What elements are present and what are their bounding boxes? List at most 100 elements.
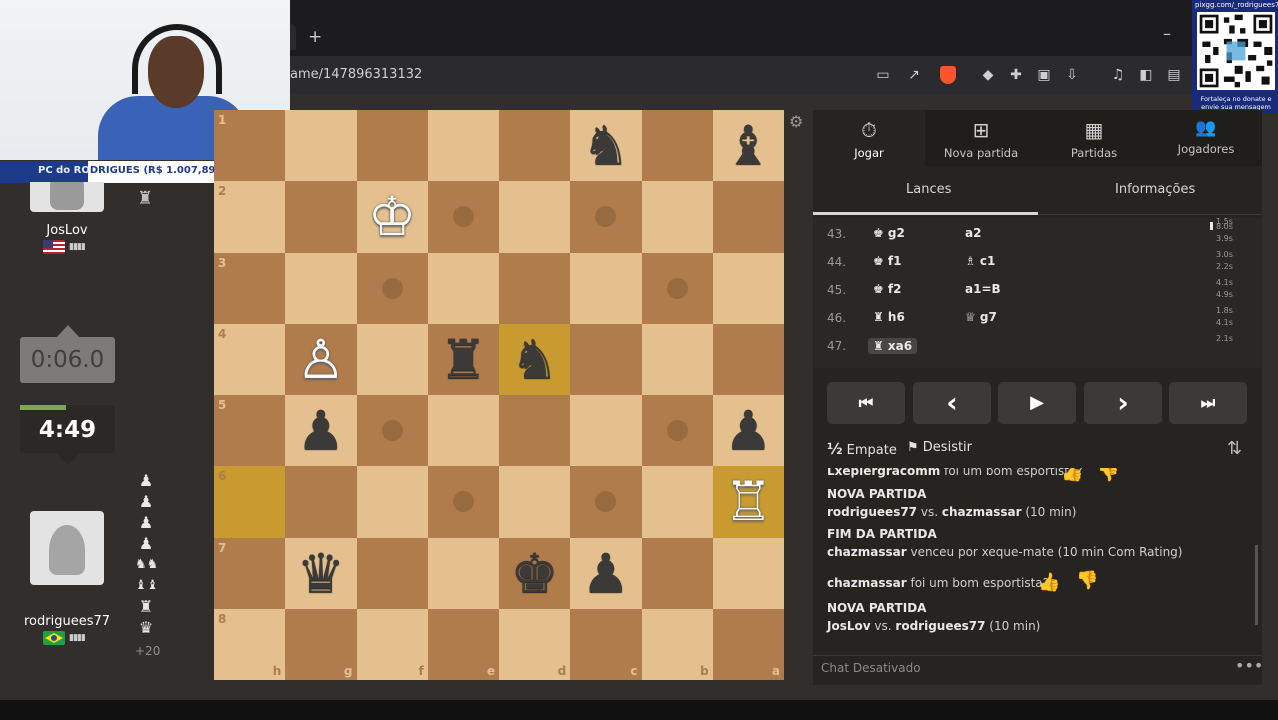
white-move[interactable]: ♚ f1	[873, 254, 902, 268]
board-square[interactable]	[285, 466, 357, 538]
opponent-avatar[interactable]	[30, 182, 104, 212]
white-move-selected[interactable]: ♜ xa6	[868, 338, 918, 354]
chat-scrollbar[interactable]	[1255, 545, 1258, 625]
board-square[interactable]: 2	[214, 181, 286, 253]
board-square[interactable]	[712, 537, 784, 609]
board-square[interactable]: a	[712, 608, 784, 680]
first-move-button[interactable]: ⏮	[827, 382, 905, 424]
white-pawn-icon[interactable]: ♙	[285, 324, 356, 395]
black-move[interactable]: a2	[965, 226, 981, 240]
board-square[interactable]: f	[356, 608, 428, 680]
legal-move-dot[interactable]	[381, 277, 403, 299]
board-square[interactable]	[499, 466, 571, 538]
thumbs-up-icon[interactable]: 👍	[1061, 468, 1083, 483]
white-king-icon[interactable]: ♔	[357, 181, 428, 252]
extensions-puzzle-icon[interactable]: ✚	[1007, 66, 1025, 84]
legal-move-dot[interactable]	[595, 491, 617, 513]
board-square[interactable]: ♞	[570, 110, 642, 182]
board-square[interactable]: 7	[214, 537, 286, 609]
new-tab-button[interactable]: +	[308, 27, 322, 47]
board-square[interactable]	[641, 252, 713, 324]
board-square[interactable]	[427, 466, 499, 538]
board-square[interactable]: 1	[214, 110, 286, 182]
legal-move-dot[interactable]	[452, 206, 474, 228]
board-square[interactable]	[570, 252, 642, 324]
board-square[interactable]	[641, 110, 713, 182]
board-square[interactable]	[570, 323, 642, 395]
board-square[interactable]: ♟	[570, 537, 642, 609]
player-name[interactable]: rodriguees77	[12, 614, 122, 629]
previous-move-button[interactable]: ‹	[913, 382, 991, 424]
board-square[interactable]: ♟	[285, 395, 357, 467]
board-square[interactable]: 8h	[214, 608, 286, 680]
black-pawn-icon[interactable]: ♟	[570, 538, 641, 609]
board-square[interactable]	[712, 181, 784, 253]
flip-board-icon[interactable]: ⇅	[1227, 438, 1242, 459]
board-square[interactable]: ♟	[712, 395, 784, 467]
board-square[interactable]: ♖	[712, 466, 784, 538]
board-square[interactable]	[641, 537, 713, 609]
board-square[interactable]	[285, 252, 357, 324]
board-square[interactable]	[641, 466, 713, 538]
tab-games[interactable]: ▦ Partidas	[1038, 110, 1150, 166]
board-square[interactable]	[356, 395, 428, 467]
board-square[interactable]	[427, 181, 499, 253]
board-square[interactable]: 6	[214, 466, 286, 538]
board-square[interactable]	[427, 252, 499, 324]
board-square[interactable]: ♔	[356, 181, 428, 253]
black-pawn-icon[interactable]: ♟	[713, 395, 784, 466]
board-square[interactable]	[570, 395, 642, 467]
tab-players[interactable]: 👥 Jogadores	[1150, 110, 1262, 166]
board-square[interactable]	[499, 252, 571, 324]
chat-menu-icon[interactable]: •••	[1235, 656, 1263, 675]
board-square[interactable]	[427, 537, 499, 609]
legal-move-dot[interactable]	[452, 491, 474, 513]
thumbs-up-icon[interactable]: 👍	[1038, 572, 1060, 593]
board-square[interactable]	[285, 110, 357, 182]
board-square[interactable]: c	[570, 608, 642, 680]
minimize-button[interactable]: –	[1163, 24, 1171, 43]
board-square[interactable]	[427, 110, 499, 182]
subtab-moves[interactable]: Lances	[906, 182, 951, 197]
resign-button[interactable]: ⚑ Desistir	[907, 440, 972, 455]
black-knight-icon[interactable]: ♞	[570, 110, 641, 181]
board-square[interactable]	[356, 466, 428, 538]
board-square[interactable]: ♛	[285, 537, 357, 609]
black-king-icon[interactable]: ♚	[499, 538, 570, 609]
media-icon[interactable]: ♫	[1109, 66, 1127, 84]
board-square[interactable]	[285, 181, 357, 253]
screenshot-icon[interactable]: ▣	[1035, 66, 1053, 84]
cast-icon[interactable]: ▭	[874, 66, 892, 84]
black-move[interactable]: ♗ c1	[965, 254, 995, 268]
board-square[interactable]	[641, 395, 713, 467]
board-square[interactable]	[499, 110, 571, 182]
board-square[interactable]	[570, 466, 642, 538]
tab-play[interactable]: ⏱ Jogar	[813, 110, 925, 166]
white-move[interactable]: ♚ f2	[873, 282, 902, 296]
white-rook-icon[interactable]: ♖	[713, 466, 784, 537]
thumbs-down-icon[interactable]: 👎	[1097, 468, 1119, 483]
board-square[interactable]	[356, 252, 428, 324]
extension-diamond-icon[interactable]: ◆	[979, 66, 997, 84]
legal-move-dot[interactable]	[666, 420, 688, 441]
black-move[interactable]: a1=B	[965, 282, 1001, 296]
board-square[interactable]	[499, 395, 571, 467]
black-knight-icon[interactable]: ♞	[499, 324, 570, 395]
opponent-name[interactable]: JosLov	[12, 223, 122, 238]
board-square[interactable]	[356, 537, 428, 609]
last-move-button[interactable]: ⏭	[1169, 382, 1247, 424]
next-move-button[interactable]: ›	[1084, 382, 1162, 424]
black-pawn-icon[interactable]: ♟	[285, 395, 356, 466]
wallet-icon[interactable]: ▤	[1165, 66, 1183, 84]
board-square[interactable]: g	[285, 608, 357, 680]
black-bishop-icon[interactable]: ♝	[713, 110, 784, 181]
download-icon[interactable]: ⇩	[1063, 66, 1081, 84]
white-move[interactable]: ♜ h6	[873, 310, 905, 324]
board-square[interactable]	[712, 252, 784, 324]
board-square[interactable]: ♙	[285, 323, 357, 395]
share-icon[interactable]: ↗	[905, 66, 923, 84]
board-square[interactable]	[427, 395, 499, 467]
legal-move-dot[interactable]	[381, 420, 403, 441]
board-settings-gear-icon[interactable]: ⚙	[789, 112, 803, 131]
white-move[interactable]: ♚ g2	[873, 226, 905, 240]
